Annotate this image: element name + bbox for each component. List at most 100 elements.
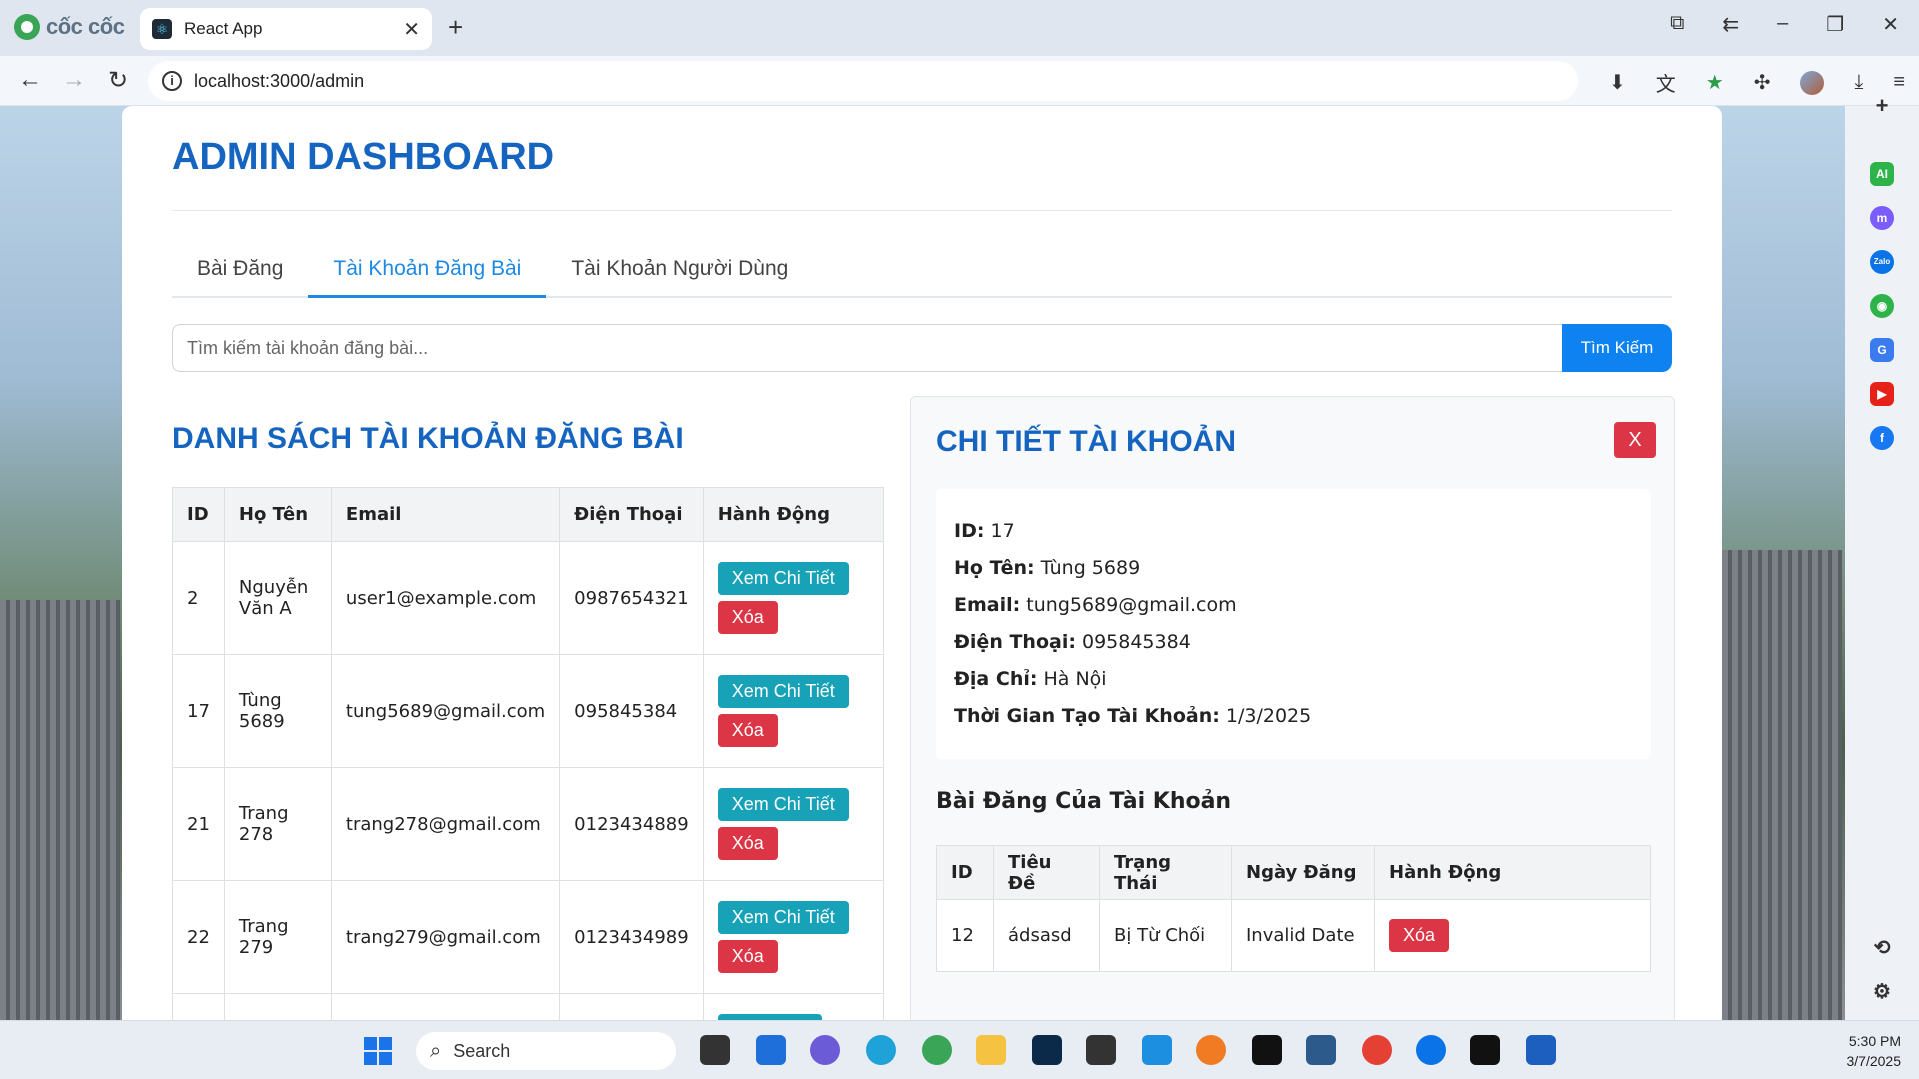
system-clock[interactable]: 5:30 PM 3/7/2025 (1847, 1031, 1902, 1071)
zalo-taskbar-icon[interactable] (1416, 1035, 1446, 1065)
detail-field: Email: tung5689@gmail.com (954, 594, 1237, 616)
react-favicon-icon: ⚛ (152, 19, 172, 39)
search-button[interactable]: Tìm Kiếm (1562, 324, 1672, 372)
browser-tab[interactable]: ⚛ React App ✕ (140, 8, 432, 50)
edge-icon[interactable] (866, 1035, 896, 1065)
close-detail-button[interactable]: X (1614, 422, 1656, 458)
extensions-icon[interactable]: ✣ (1754, 70, 1771, 95)
screenshot-icon[interactable]: ⧉ (1670, 12, 1684, 37)
history-icon[interactable]: ⟲ (1870, 936, 1894, 960)
zalo-icon[interactable]: Zalo (1870, 250, 1894, 274)
cell-phone: 0123434889 (559, 767, 704, 881)
messenger-icon[interactable]: m (1870, 206, 1894, 230)
vscode-icon[interactable] (1142, 1035, 1172, 1065)
tab-user-accounts[interactable]: Tài Khoản Người Dùng (546, 254, 813, 298)
downloads-icon[interactable]: ⤓ (1854, 71, 1863, 94)
translate-icon[interactable]: 文 (1656, 68, 1676, 97)
delete-button[interactable]: Xóa (717, 714, 778, 747)
tab-posting-accounts[interactable]: Tài Khoản Đăng Bài (308, 254, 547, 298)
col-name: Họ Tên (223, 487, 332, 542)
terminal-icon[interactable] (1470, 1035, 1500, 1065)
chrome-icon[interactable] (1362, 1035, 1392, 1065)
reload-icon[interactable]: ↻ (108, 66, 128, 95)
forward-icon[interactable]: → (62, 66, 86, 94)
page-title: ADMIN DASHBOARD (172, 136, 555, 178)
postman-icon[interactable] (1196, 1035, 1226, 1065)
tab-posts[interactable]: Bài Đăng (172, 254, 308, 298)
restore-icon[interactable]: ❐ (1826, 12, 1844, 37)
tab-close-icon[interactable]: ✕ (403, 17, 420, 42)
detail-field: ID: 17 (954, 520, 1015, 542)
address-bar: ← → ↻ i localhost:3000/admin ⬇ 文 ★ ✣ ⤓ ≡ (0, 56, 1919, 106)
windows-start-icon[interactable] (364, 1037, 392, 1065)
accounts-table: ID Họ Tên Email Điện Thoại Hành Động 2 N… (172, 487, 885, 1020)
taskbar-search-label: Search (453, 1040, 511, 1061)
sidebar-add-icon[interactable]: + (1870, 94, 1894, 118)
clock-date: 3/7/2025 (1846, 1053, 1902, 1069)
teams-icon[interactable] (810, 1035, 840, 1065)
accounts-list-title: DANH SÁCH TÀI KHOẢN ĐĂNG BÀI (172, 422, 684, 455)
delete-button[interactable]: Xóa (717, 827, 778, 860)
cell-date: Invalid Date (1231, 899, 1375, 972)
intellij-icon[interactable] (1252, 1035, 1282, 1065)
delete-button[interactable]: Xóa (717, 940, 778, 973)
taskbar-search[interactable]: ⌕ Search (416, 1032, 676, 1070)
mysql-workbench-icon[interactable] (1306, 1035, 1336, 1065)
file-explorer-icon[interactable] (976, 1035, 1006, 1065)
delete-post-button[interactable]: Xóa (1389, 919, 1450, 952)
site-info-icon[interactable]: i (162, 71, 182, 91)
view-detail-button[interactable]: Xem Chi Tiết (717, 562, 849, 595)
back-icon[interactable]: ← (18, 66, 42, 94)
browser-brand-name: cốc cốc (46, 14, 125, 39)
coccoc-taskbar-icon[interactable] (922, 1035, 952, 1065)
cell-name: Tùng 5689 (223, 654, 332, 768)
url-field[interactable]: i localhost:3000/admin (148, 61, 1578, 101)
store-icon[interactable] (1086, 1035, 1116, 1065)
windows-taskbar: ⌕ Search 5:30 PM 3/7/2025 (0, 1020, 1919, 1079)
coccoc-logo-icon (14, 14, 40, 40)
new-tab-icon[interactable]: + (448, 12, 463, 43)
back-tab-icon[interactable]: ⇇ (1722, 12, 1739, 37)
view-detail-button[interactable]: Xem Chi Tiết (717, 788, 849, 821)
cell-actions: Xem Chi Tiết Xóa (702, 767, 885, 881)
detail-field: Điện Thoại: 095845384 (954, 631, 1191, 653)
widgets-icon[interactable] (756, 1035, 786, 1065)
col-title: Tiêu Đề (993, 845, 1100, 900)
cell-email: trang278@gmail.com (330, 767, 561, 881)
minimize-icon[interactable]: – (1777, 12, 1788, 37)
google-translate-icon[interactable]: G (1870, 338, 1894, 362)
search-input[interactable] (172, 324, 1562, 372)
col-id: ID (172, 487, 225, 542)
ai-icon[interactable]: AI (1870, 162, 1894, 186)
delete-button[interactable]: Xóa (717, 601, 778, 634)
col-actions: Hành Động (702, 487, 885, 542)
view-detail-button[interactable]: Xem Chi Tiết (717, 901, 849, 934)
table-row: 22 Trang 279 trang279@gmail.com 01234349… (172, 880, 885, 994)
detail-title: CHI TIẾT TÀI KHOẢN (936, 425, 1236, 458)
install-app-icon[interactable]: ⬇ (1609, 70, 1626, 95)
view-detail-button[interactable]: Xem Chi Tiết (717, 675, 849, 708)
cell-email: user1@example.com (330, 541, 561, 655)
word-icon[interactable] (1526, 1035, 1556, 1065)
detail-field: Thời Gian Tạo Tài Khoản: 1/3/2025 (954, 705, 1312, 727)
photoshop-icon[interactable] (1032, 1035, 1062, 1065)
menu-icon[interactable]: ≡ (1893, 71, 1905, 94)
bookmark-star-icon[interactable]: ★ (1706, 70, 1724, 95)
col-actions: Hành Động (1374, 845, 1651, 900)
cell-title: ádsasd (993, 899, 1100, 972)
cell-id: 12 (936, 899, 994, 972)
col-id: ID (936, 845, 994, 900)
cell-actions: Xóa (1374, 899, 1651, 972)
youtube-icon[interactable]: ▶ (1870, 382, 1894, 406)
task-view-icon[interactable] (700, 1035, 730, 1065)
profile-avatar[interactable] (1800, 70, 1825, 95)
cell-email: tung5689@gmail.com (330, 654, 561, 768)
close-window-icon[interactable]: ✕ (1882, 12, 1899, 37)
cell-id: 17 (172, 654, 225, 768)
facebook-icon[interactable]: f (1870, 426, 1894, 450)
cell-id: 22 (172, 880, 225, 994)
account-info-box: ID: 17 Họ Tên: Tùng 5689 Email: tung5689… (936, 489, 1651, 759)
game-icon[interactable]: ◉ (1870, 294, 1894, 318)
window-controls: ⧉ ⇇ – ❐ ✕ (1670, 12, 1899, 37)
settings-gear-icon[interactable]: ⚙ (1870, 980, 1894, 1004)
